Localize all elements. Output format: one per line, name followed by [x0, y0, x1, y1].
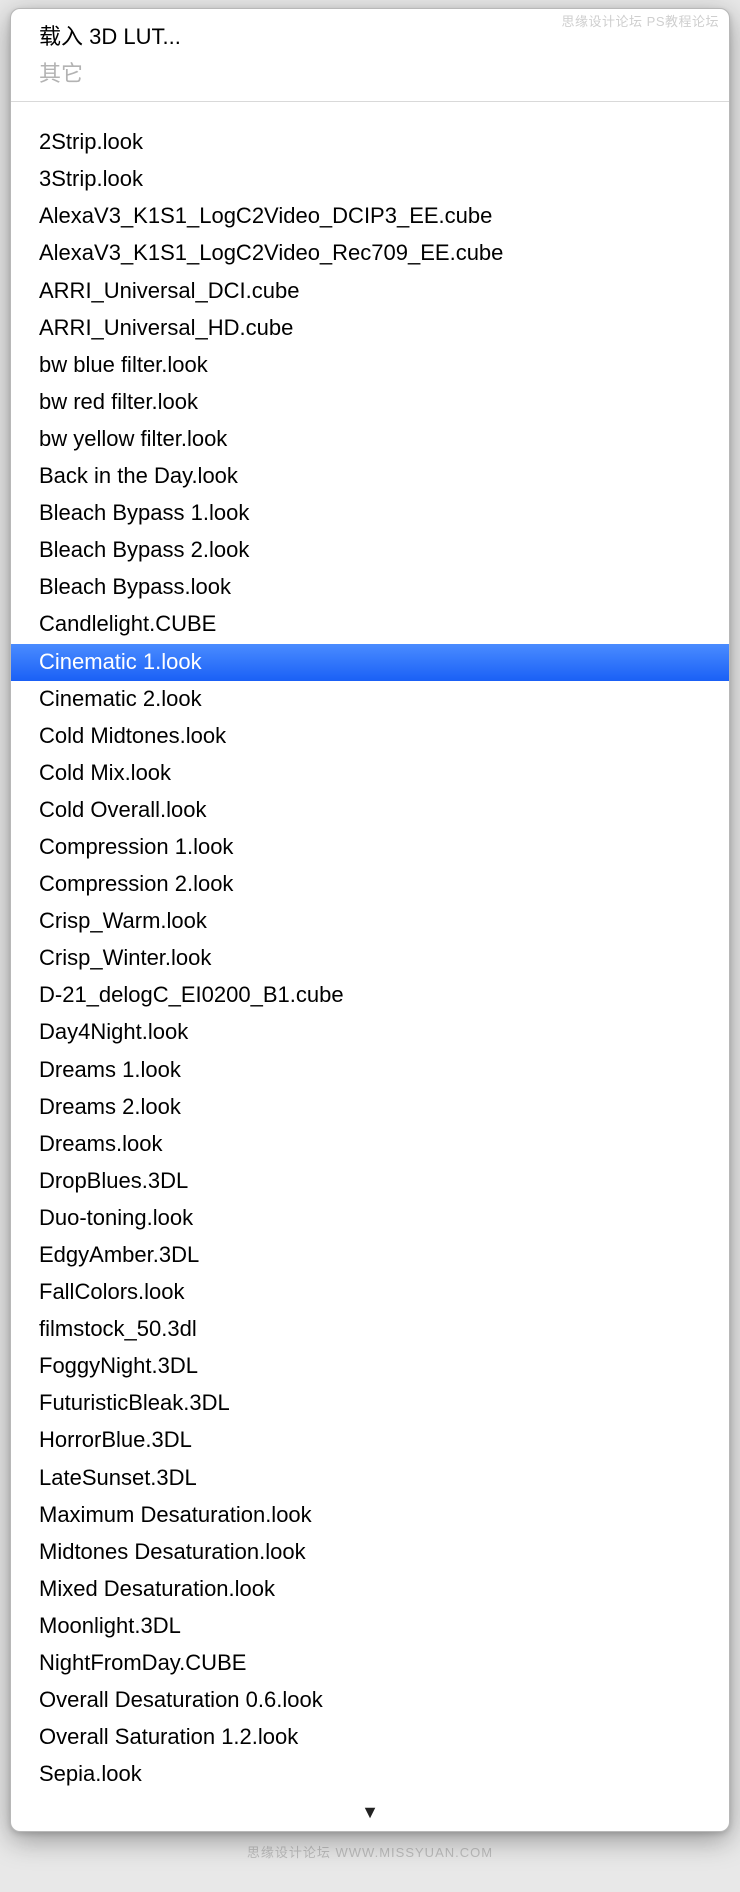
lut-list-item[interactable]: Bleach Bypass 1.look	[11, 495, 729, 532]
lut-dropdown-menu[interactable]: 思缘设计论坛 PS教程论坛 载入 3D LUT... 其它 2Strip.loo…	[10, 8, 730, 1832]
lut-list-item[interactable]: Overall Saturation 1.2.look	[11, 1719, 729, 1756]
lut-list-item[interactable]: Cold Mix.look	[11, 755, 729, 792]
lut-list-item[interactable]: NightFromDay.CUBE	[11, 1645, 729, 1682]
lut-list-item[interactable]: AlexaV3_K1S1_LogC2Video_Rec709_EE.cube	[11, 235, 729, 272]
lut-list-item[interactable]: Cinematic 1.look	[11, 644, 729, 681]
lut-list-item[interactable]: FuturisticBleak.3DL	[11, 1385, 729, 1422]
lut-list-item[interactable]: Crisp_Winter.look	[11, 940, 729, 977]
lut-list-item[interactable]: Dreams.look	[11, 1126, 729, 1163]
lut-file-list: 2Strip.look3Strip.lookAlexaV3_K1S1_LogC2…	[11, 124, 729, 1799]
lut-list-item[interactable]: Midtones Desaturation.look	[11, 1534, 729, 1571]
lut-list-item[interactable]: Bleach Bypass.look	[11, 569, 729, 606]
list-spacer	[11, 102, 729, 124]
lut-list-item[interactable]: Moonlight.3DL	[11, 1608, 729, 1645]
lut-list-item[interactable]: Maximum Desaturation.look	[11, 1497, 729, 1534]
other-item: 其它	[11, 56, 729, 93]
lut-list-item[interactable]: Day4Night.look	[11, 1014, 729, 1051]
lut-list-item[interactable]: Dreams 2.look	[11, 1089, 729, 1126]
lut-list-item[interactable]: Dreams 1.look	[11, 1052, 729, 1089]
lut-list-item[interactable]: DropBlues.3DL	[11, 1163, 729, 1200]
lut-list-item[interactable]: bw red filter.look	[11, 384, 729, 421]
lut-list-item[interactable]: FallColors.look	[11, 1274, 729, 1311]
lut-list-item[interactable]: 3Strip.look	[11, 161, 729, 198]
lut-list-item[interactable]: Bleach Bypass 2.look	[11, 532, 729, 569]
lut-list-item[interactable]: Duo-toning.look	[11, 1200, 729, 1237]
lut-list-item[interactable]: filmstock_50.3dl	[11, 1311, 729, 1348]
lut-list-item[interactable]: Cinematic 2.look	[11, 681, 729, 718]
lut-list-item[interactable]: LateSunset.3DL	[11, 1460, 729, 1497]
lut-list-item[interactable]: ARRI_Universal_HD.cube	[11, 310, 729, 347]
lut-list-item[interactable]: Cold Overall.look	[11, 792, 729, 829]
lut-list-item[interactable]: Compression 2.look	[11, 866, 729, 903]
lut-list-item[interactable]: Mixed Desaturation.look	[11, 1571, 729, 1608]
lut-list-item[interactable]: 2Strip.look	[11, 124, 729, 161]
lut-list-item[interactable]: Sepia.look	[11, 1756, 729, 1793]
lut-list-item[interactable]: HorrorBlue.3DL	[11, 1422, 729, 1459]
lut-list-item[interactable]: Compression 1.look	[11, 829, 729, 866]
lut-list-item[interactable]: bw yellow filter.look	[11, 421, 729, 458]
lut-list-item[interactable]: Cold Midtones.look	[11, 718, 729, 755]
lut-list-item[interactable]: Crisp_Warm.look	[11, 903, 729, 940]
lut-list-item[interactable]: ARRI_Universal_DCI.cube	[11, 273, 729, 310]
lut-list-item[interactable]: AlexaV3_K1S1_LogC2Video_DCIP3_EE.cube	[11, 198, 729, 235]
lut-list-item[interactable]: FoggyNight.3DL	[11, 1348, 729, 1385]
lut-list-item[interactable]: bw blue filter.look	[11, 347, 729, 384]
lut-list-item[interactable]: D-21_delogC_EI0200_B1.cube	[11, 977, 729, 1014]
lut-list-item[interactable]: Overall Desaturation 0.6.look	[11, 1682, 729, 1719]
lut-list-item[interactable]: Back in the Day.look	[11, 458, 729, 495]
scroll-down-indicator[interactable]: ▼	[11, 1799, 729, 1831]
lut-list-item[interactable]: Candlelight.CUBE	[11, 606, 729, 643]
watermark-bottom: 思缘设计论坛 WWW.MISSYUAN.COM	[8, 1842, 732, 1861]
lut-list-item[interactable]: EdgyAmber.3DL	[11, 1237, 729, 1274]
watermark-top: 思缘设计论坛 PS教程论坛	[562, 11, 719, 30]
